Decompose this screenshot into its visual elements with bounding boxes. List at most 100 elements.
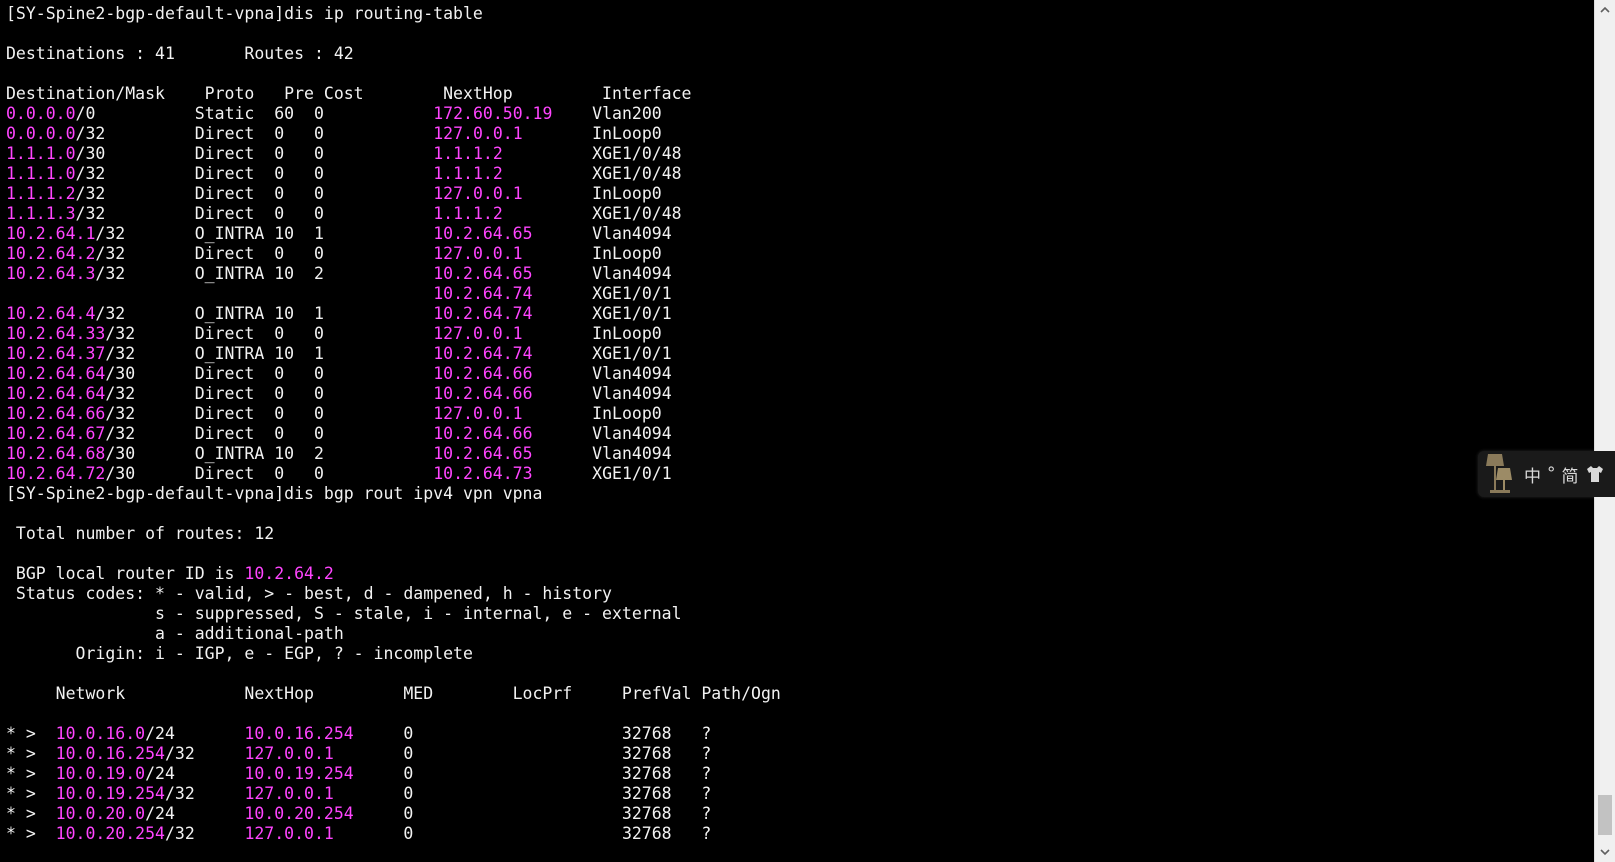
dest-mask: /30 <box>75 144 195 163</box>
status-text: Status codes: * - valid, > - best, d - d… <box>6 584 612 603</box>
path-origin: ? <box>701 824 712 843</box>
dest-ip: 10.2.64.64 <box>6 364 106 383</box>
nexthop-ip: 10.2.64.65 <box>433 444 593 463</box>
dest-mask: /32 <box>105 324 195 343</box>
dest-ip: 10.2.64.33 <box>6 324 106 343</box>
routing-table-row: 0.0.0.0/32 Direct 0 0 127.0.0.1 InLoop0 <box>6 124 1586 144</box>
status-text: s - suppressed, S - stale, i - internal,… <box>6 604 682 623</box>
network-mask: /24 <box>145 724 245 743</box>
interface: Vlan4094 <box>592 444 672 463</box>
bgp-status-line: Status codes: * - valid, > - best, d - d… <box>6 584 1586 604</box>
ime-punctuation-toggle[interactable]: ° <box>1547 464 1556 484</box>
scroll-up-arrow-icon[interactable] <box>1598 3 1612 17</box>
interface: XGE1/0/48 <box>592 144 682 163</box>
proto: Static <box>194 104 275 123</box>
dest-mask: /0 <box>75 104 195 123</box>
bgp-table-row: * > 10.0.16.254/32 127.0.0.1 0 32768 ? <box>6 744 1586 764</box>
bgp-table-row: * > 10.0.19.0/24 10.0.19.254 0 32768 ? <box>6 764 1586 784</box>
cost: 0 <box>313 324 434 343</box>
lamp-icon[interactable] <box>1482 452 1518 496</box>
dest-mask: /30 <box>105 464 195 483</box>
network-mask: /32 <box>164 824 245 843</box>
cost: 2 <box>313 444 434 463</box>
routing-table-row: 10.2.64.64/30 Direct 0 0 10.2.64.66 Vlan… <box>6 364 1586 384</box>
ime-simplified-toggle[interactable]: 简 <box>1562 462 1579 487</box>
cost: 0 <box>314 184 434 203</box>
dest-mask: /32 <box>105 344 195 363</box>
path-origin: ? <box>701 724 712 743</box>
dest-ip: 10.2.64.2 <box>6 244 96 263</box>
bgp-status-line: Origin: i - IGP, e - EGP, ? - incomplete <box>6 644 1586 664</box>
proto: Direct <box>194 464 275 483</box>
bgp-table-header: Network NextHop MED LocPrf PrefVal Path/… <box>6 684 1586 704</box>
med: 0 <box>403 824 622 843</box>
interface: InLoop0 <box>592 244 662 263</box>
dest-mask: /32 <box>75 124 195 143</box>
dest-ip: 1.1.1.0 <box>6 164 76 183</box>
dest-mask: /32 <box>95 264 195 283</box>
dest-ip: 10.2.64.4 <box>6 304 96 323</box>
nexthop-ip: 10.2.64.74 <box>433 304 593 323</box>
pre <box>274 284 314 303</box>
dest-ip: 1.1.1.0 <box>6 144 76 163</box>
proto <box>195 284 274 303</box>
command-text: [SY-Spine2-bgp-default-vpna]dis bgp rout… <box>6 484 543 503</box>
path-origin: ? <box>701 784 712 803</box>
nexthop-ip: 127.0.0.1 <box>244 744 404 763</box>
shirt-icon[interactable] <box>1585 464 1605 484</box>
interface: XGE1/0/1 <box>592 464 672 483</box>
status-text: Origin: i - IGP, e - EGP, ? - incomplete <box>6 644 473 663</box>
med: 0 <box>403 724 622 743</box>
vertical-scrollbar[interactable] <box>1594 0 1615 862</box>
cost: 0 <box>313 364 434 383</box>
cost: 0 <box>314 144 434 163</box>
network-ip: 10.0.20.254 <box>55 824 165 843</box>
ime-language-toggle[interactable]: 中 <box>1524 462 1541 487</box>
nexthop-ip: 10.2.64.66 <box>433 364 593 383</box>
nexthop-ip: 10.0.20.254 <box>244 804 404 823</box>
routing-table-row: 10.2.64.67/32 Direct 0 0 10.2.64.66 Vlan… <box>6 424 1586 444</box>
routing-table-row: 1.1.1.3/32 Direct 0 0 1.1.1.2 XGE1/0/48 <box>6 204 1586 224</box>
dest-mask: /32 <box>95 224 195 243</box>
interface: InLoop0 <box>592 324 662 343</box>
nexthop-ip: 1.1.1.2 <box>433 144 593 163</box>
pre: 0 <box>274 384 314 403</box>
pre: 10 <box>274 224 314 243</box>
interface: Vlan4094 <box>592 424 672 443</box>
bgp-table-row: * > 10.0.20.254/32 127.0.0.1 0 32768 ? <box>6 824 1586 844</box>
terminal-output[interactable]: [SY-Spine2-bgp-default-vpna]dis ip routi… <box>6 4 1586 844</box>
status-code: * > <box>6 724 56 743</box>
scrollbar-thumb[interactable] <box>1598 795 1612 835</box>
routing-table-row: 10.2.64.66/32 Direct 0 0 127.0.0.1 InLoo… <box>6 404 1586 424</box>
scroll-down-arrow-icon[interactable] <box>1598 845 1612 859</box>
cost: 1 <box>313 344 434 363</box>
dest-ip: 10.2.64.67 <box>6 424 106 443</box>
routing-table-row: 10.2.64.37/32 O_INTRA 10 1 10.2.64.74 XG… <box>6 344 1586 364</box>
pre: 60 <box>274 104 314 123</box>
nexthop-ip: 10.2.64.66 <box>433 384 593 403</box>
prefval: 32768 <box>621 724 702 743</box>
interface: XGE1/0/1 <box>592 304 672 323</box>
proto: Direct <box>194 384 275 403</box>
network-ip: 10.0.19.0 <box>55 764 146 783</box>
status-text: a - additional-path <box>6 624 344 643</box>
cost: 0 <box>314 104 434 123</box>
dest-ip: 10.2.64.1 <box>6 224 96 243</box>
nexthop-ip: 127.0.0.1 <box>244 784 404 803</box>
ime-toolbar[interactable]: 中 ° 简 <box>1478 451 1615 497</box>
routing-table-row: 0.0.0.0/0 Static 60 0 172.60.50.19 Vlan2… <box>6 104 1586 124</box>
pre: 10 <box>274 444 314 463</box>
proto: Direct <box>194 204 275 223</box>
nexthop-ip: 127.0.0.1 <box>433 324 593 343</box>
pre: 10 <box>274 304 314 323</box>
cost: 0 <box>313 404 434 423</box>
dest-ip: 10.2.64.64 <box>6 384 106 403</box>
interface: XGE1/0/1 <box>592 284 672 303</box>
nexthop-ip: 10.2.64.74 <box>433 284 593 303</box>
cost: 0 <box>314 164 434 183</box>
routing-table-row: 10.2.64.33/32 Direct 0 0 127.0.0.1 InLoo… <box>6 324 1586 344</box>
prefval: 32768 <box>621 824 702 843</box>
